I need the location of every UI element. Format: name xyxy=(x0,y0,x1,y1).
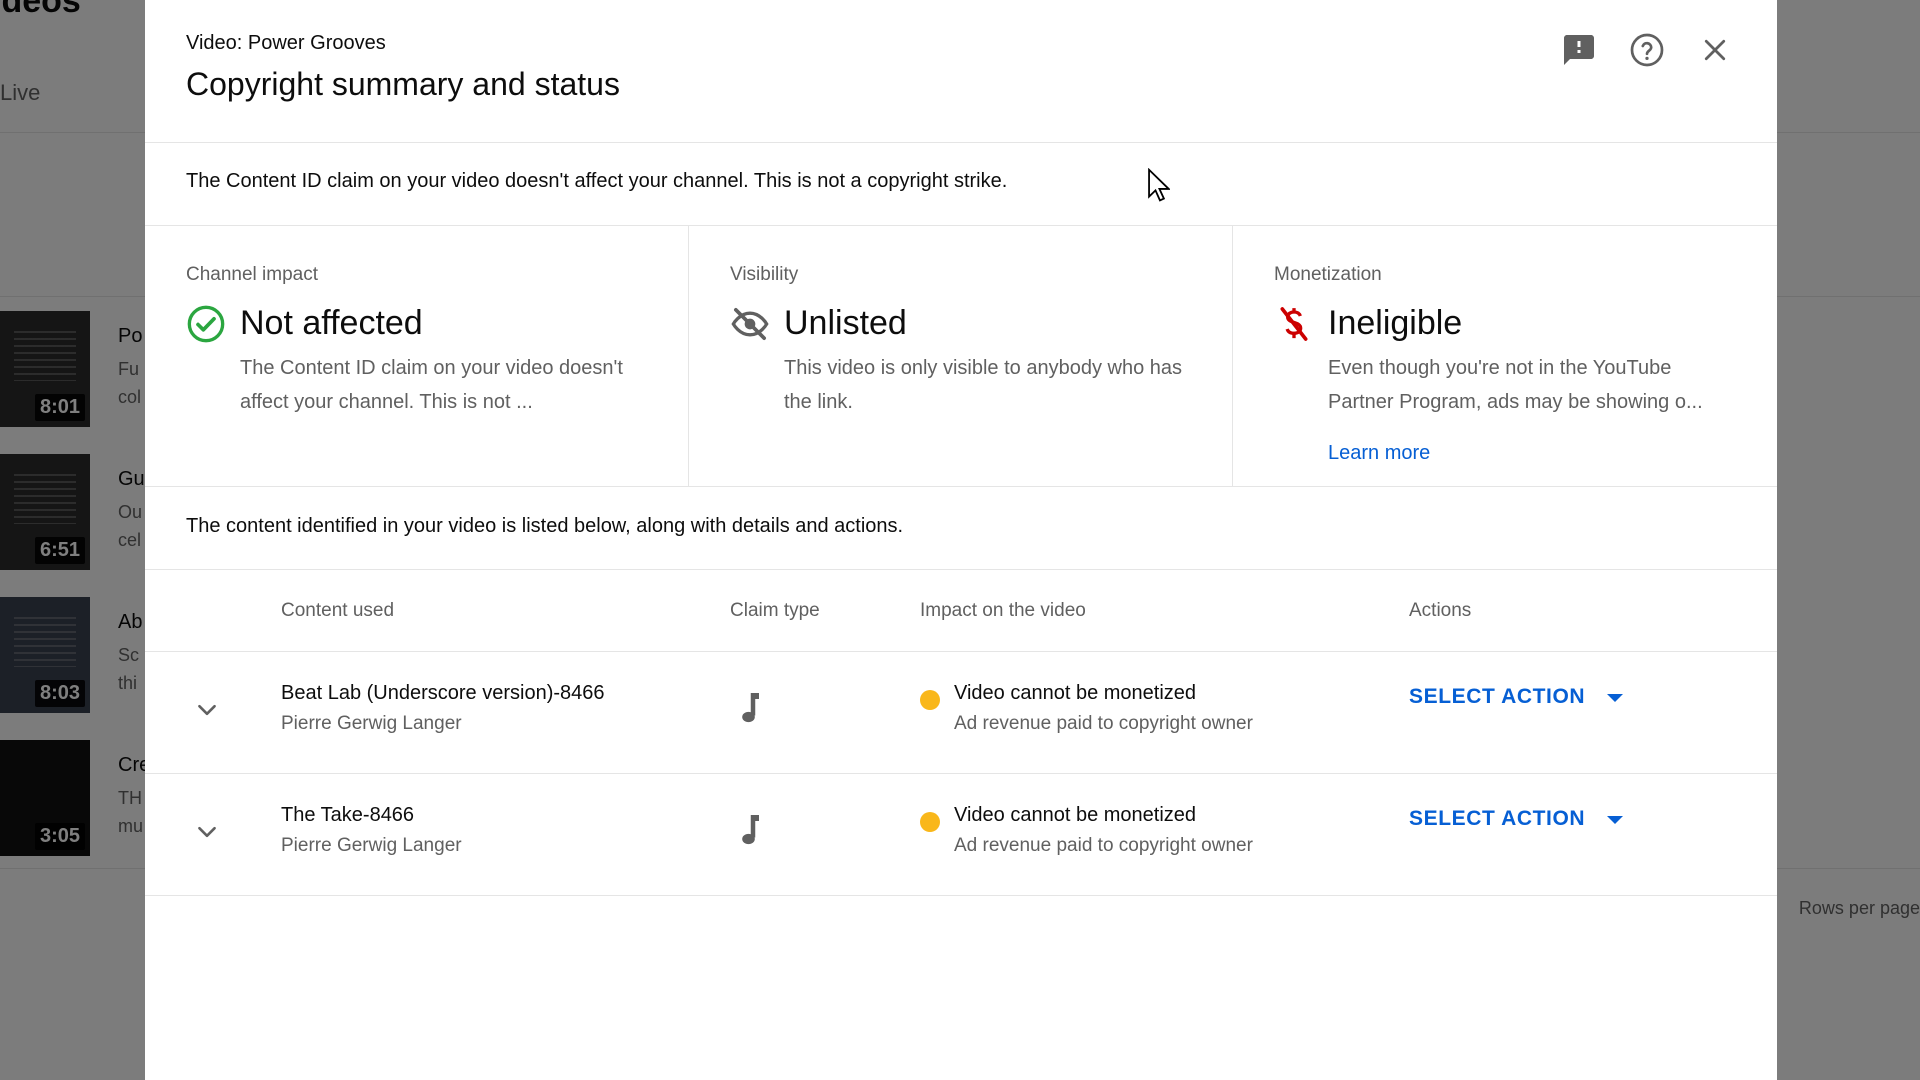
content-list-intro-text: The content identified in your video is … xyxy=(186,515,904,537)
table-row: Beat Lab (Underscore version)-8466 Pierr… xyxy=(145,652,1777,774)
mouse-cursor-icon xyxy=(1148,168,1170,202)
content-title: Beat Lab (Underscore version)-8466 xyxy=(281,682,605,704)
no-money-icon xyxy=(1280,307,1308,341)
copyright-notice: The Content ID claim on your video doesn… xyxy=(145,143,1777,226)
learn-more-link[interactable]: Learn more xyxy=(1328,442,1430,465)
content-owner: Pierre Gerwig Langer xyxy=(281,835,462,856)
help-icon xyxy=(1630,33,1664,67)
select-action-button[interactable]: SELECT ACTION xyxy=(1409,676,1624,718)
card-label: Channel impact xyxy=(186,264,319,285)
claims-table-header: Content used Claim type Impact on the vi… xyxy=(145,570,1777,652)
card-label: Visibility xyxy=(730,264,799,285)
status-dot xyxy=(920,690,940,710)
feedback-button[interactable] xyxy=(1557,28,1601,72)
dialog-subtitle: Video: Power Grooves xyxy=(186,32,386,54)
impact-title: Video cannot be monetized xyxy=(954,804,1197,826)
column-header-actions: Actions xyxy=(1409,600,1472,621)
content-title: The Take-8466 xyxy=(281,804,415,826)
table-row: The Take-8466 Pierre Gerwig Langer Video… xyxy=(145,774,1777,896)
caret-down-icon xyxy=(1607,816,1624,824)
impact-title: Video cannot be monetized xyxy=(954,682,1197,704)
caret-down-icon xyxy=(1607,694,1624,702)
close-icon xyxy=(1704,39,1726,61)
check-circle-icon xyxy=(187,305,225,343)
card-label: Monetization xyxy=(1274,264,1382,285)
monetization-card: Monetization Ineligible Even though you'… xyxy=(1233,226,1777,486)
music-note-icon xyxy=(742,815,759,845)
visibility-card: Visibility Unlisted This video is only v… xyxy=(689,226,1233,486)
expand-row-button[interactable] xyxy=(189,814,225,850)
select-action-label: SELECT ACTION xyxy=(1409,685,1586,708)
eye-off-icon xyxy=(731,308,769,340)
card-description: The Content ID claim on your video doesn… xyxy=(240,357,623,413)
column-header-content: Content used xyxy=(281,600,395,621)
card-description: This video is only visible to anybody wh… xyxy=(784,357,1182,413)
content-list-intro: The content identified in your video is … xyxy=(145,487,1777,570)
chevron-down-icon xyxy=(198,826,216,838)
copyright-dialog: Video: Power Grooves Copyright summary a… xyxy=(145,0,1777,1080)
column-header-claim-type: Claim type xyxy=(730,600,820,621)
impact-subtitle: Ad revenue paid to copyright owner xyxy=(954,713,1253,734)
feedback-icon xyxy=(1564,35,1594,65)
dialog-title: Copyright summary and status xyxy=(186,66,620,102)
notice-text: The Content ID claim on your video doesn… xyxy=(186,170,1008,192)
select-action-button[interactable]: SELECT ACTION xyxy=(1409,798,1624,840)
card-description: Even though you're not in the YouTube Pa… xyxy=(1328,357,1703,413)
card-value: Not affected xyxy=(240,304,423,342)
card-value: Ineligible xyxy=(1328,304,1463,342)
status-dot xyxy=(920,812,940,832)
card-value: Unlisted xyxy=(784,304,907,342)
chevron-down-icon xyxy=(198,704,216,716)
status-cards: Channel impact Not affected The Content … xyxy=(145,226,1777,487)
expand-row-button[interactable] xyxy=(189,692,225,728)
content-owner: Pierre Gerwig Langer xyxy=(281,713,462,734)
music-note-icon xyxy=(742,693,759,723)
help-button[interactable] xyxy=(1625,28,1669,72)
close-button[interactable] xyxy=(1693,28,1737,72)
dialog-header: Video: Power Grooves Copyright summary a… xyxy=(145,0,1777,143)
impact-subtitle: Ad revenue paid to copyright owner xyxy=(954,835,1253,856)
column-header-impact: Impact on the video xyxy=(920,600,1086,621)
channel-impact-card: Channel impact Not affected The Content … xyxy=(145,226,689,486)
select-action-label: SELECT ACTION xyxy=(1409,807,1586,830)
